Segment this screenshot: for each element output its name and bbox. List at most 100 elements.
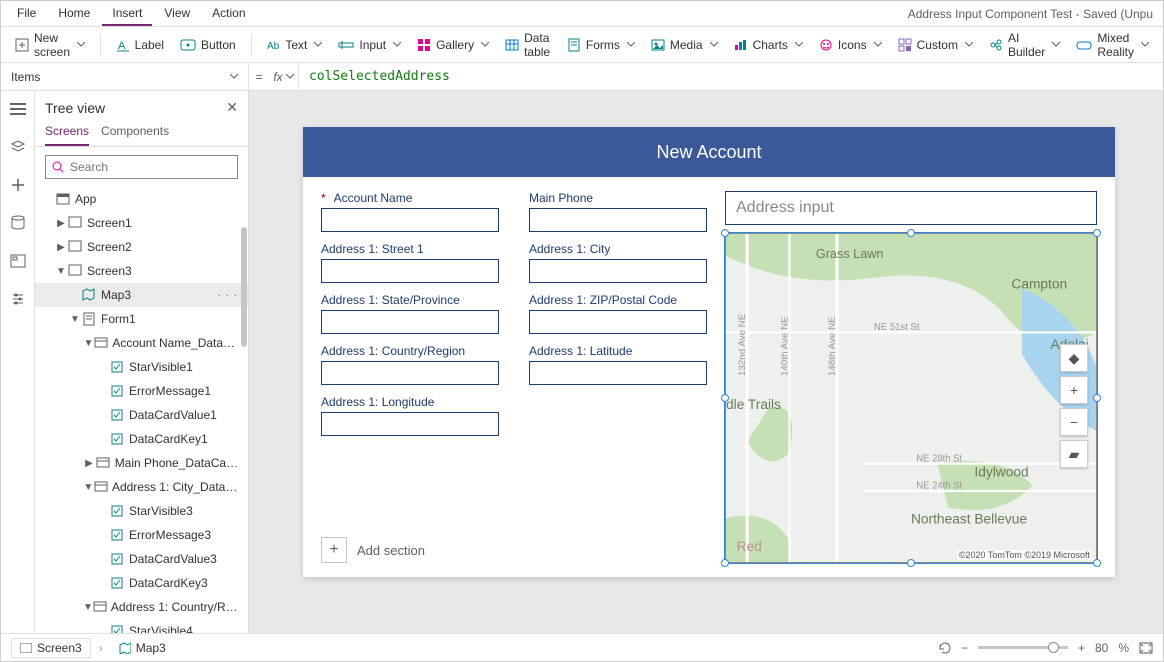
- menu-insert[interactable]: Insert: [102, 2, 152, 26]
- tree-item-icon: [109, 624, 125, 633]
- tree-item-label: StarVisible1: [129, 360, 193, 374]
- tree-app-label: App: [75, 192, 96, 206]
- tree-item-icon: [81, 312, 97, 326]
- tree-item-label: Map3: [101, 288, 131, 302]
- map-pitch-button[interactable]: ▰: [1060, 440, 1088, 468]
- chevron-icon[interactable]: ▼: [83, 338, 94, 349]
- map-control[interactable]: Grass Lawn Campton Adelai dle Trails Idy…: [725, 233, 1097, 563]
- label-button[interactable]: A Label: [110, 34, 170, 56]
- layers-icon[interactable]: [6, 135, 30, 159]
- mixed-reality-button[interactable]: Mixed Reality: [1070, 27, 1155, 63]
- breadcrumb-sep: ›: [99, 641, 103, 655]
- new-screen-label: New screen: [34, 31, 70, 59]
- scrollbar-thumb[interactable]: [241, 227, 247, 347]
- tree-item[interactable]: ▶Screen1: [35, 211, 248, 235]
- map-zoom-out-button[interactable]: −: [1060, 408, 1088, 436]
- formula-input[interactable]: colSelectedAddress: [299, 69, 1163, 84]
- tab-components[interactable]: Components: [101, 120, 169, 146]
- zoom-in-button[interactable]: +: [1078, 641, 1085, 655]
- breadcrumb-map[interactable]: Map3: [111, 639, 174, 657]
- address-input[interactable]: Address input: [725, 191, 1097, 225]
- breadcrumb-screen[interactable]: Screen3: [11, 638, 91, 658]
- menu-action[interactable]: Action: [202, 2, 255, 26]
- menu-file[interactable]: File: [7, 2, 46, 26]
- tree-item-icon: [81, 288, 97, 302]
- menu-view[interactable]: View: [154, 2, 200, 26]
- tab-screens[interactable]: Screens: [45, 120, 89, 146]
- forms-button[interactable]: Forms: [561, 34, 641, 56]
- tree-item[interactable]: ErrorMessage3: [35, 523, 248, 547]
- field-input[interactable]: [529, 208, 707, 232]
- zoom-out-button[interactable]: −: [961, 641, 968, 655]
- field-input[interactable]: [529, 259, 707, 283]
- chevron-icon[interactable]: ▶: [83, 458, 95, 469]
- field-input[interactable]: [321, 361, 499, 385]
- tree-item[interactable]: Map3 · · ·: [35, 283, 248, 307]
- media-button[interactable]: Media: [645, 34, 724, 56]
- tree-item[interactable]: StarVisible1: [35, 355, 248, 379]
- tree-item[interactable]: ▼ Address 1: Country/Region_DataCard: [35, 595, 248, 619]
- tree-item-label: DataCardValue3: [129, 552, 217, 566]
- zoom-slider[interactable]: [978, 646, 1068, 649]
- tree-item[interactable]: ▶Screen2: [35, 235, 248, 259]
- tree-item[interactable]: DataCardKey1: [35, 427, 248, 451]
- field-input[interactable]: [321, 412, 499, 436]
- chevron-icon[interactable]: ▼: [83, 602, 93, 613]
- chevron-icon[interactable]: ▼: [69, 314, 81, 325]
- gallery-button[interactable]: Gallery: [411, 34, 495, 56]
- map-zoom-in-button[interactable]: +: [1060, 376, 1088, 404]
- tree-item[interactable]: ▼Screen3: [35, 259, 248, 283]
- custom-button[interactable]: Custom: [892, 34, 979, 56]
- text-button[interactable]: Ab Text: [260, 34, 328, 56]
- field-input[interactable]: [321, 259, 499, 283]
- tree-item[interactable]: DataCardValue1: [35, 403, 248, 427]
- fit-icon[interactable]: [1139, 642, 1153, 654]
- chevron-icon[interactable]: ▶: [55, 218, 67, 229]
- tree-item[interactable]: DataCardValue3: [35, 547, 248, 571]
- menu-home[interactable]: Home: [48, 2, 100, 26]
- close-icon[interactable]: ✕: [226, 99, 238, 116]
- tree-item[interactable]: StarVisible4: [35, 619, 248, 633]
- input-button[interactable]: Input: [332, 34, 407, 56]
- map-locate-button[interactable]: ◆: [1060, 344, 1088, 372]
- canvas[interactable]: New Account *Account NameAddress 1: Stre…: [249, 91, 1163, 633]
- chevron-icon[interactable]: ▼: [55, 266, 67, 277]
- chevron-down-icon: [314, 42, 322, 47]
- search-input[interactable]: [70, 160, 231, 174]
- tree-item[interactable]: ▼Address 1: City_DataCard1: [35, 475, 248, 499]
- charts-button[interactable]: Charts: [728, 34, 809, 56]
- add-section[interactable]: + Add section: [321, 537, 425, 563]
- chevron-icon[interactable]: ▶: [55, 242, 67, 253]
- tools-icon[interactable]: [6, 287, 30, 311]
- ai-builder-button[interactable]: AI Builder: [983, 27, 1066, 63]
- media-rail-icon[interactable]: [6, 249, 30, 273]
- button-button[interactable]: Button: [174, 34, 242, 56]
- field-input[interactable]: [529, 310, 707, 334]
- tree-item[interactable]: StarVisible3: [35, 499, 248, 523]
- tree-item[interactable]: ▼Form1: [35, 307, 248, 331]
- tree-app[interactable]: App: [35, 187, 248, 211]
- field-label: Address 1: Latitude: [529, 344, 707, 358]
- tree-item[interactable]: ▼Account Name_DataCard1: [35, 331, 248, 355]
- field-input[interactable]: [321, 310, 499, 334]
- breadcrumb-map-label: Map3: [136, 641, 166, 655]
- tree-item[interactable]: ErrorMessage1: [35, 379, 248, 403]
- new-screen-button[interactable]: New screen: [9, 27, 91, 63]
- property-selector[interactable]: Items: [1, 63, 249, 90]
- icons-button[interactable]: Icons: [813, 34, 888, 56]
- tree-view-toggle[interactable]: [6, 97, 30, 121]
- tree-search[interactable]: [45, 155, 238, 179]
- tree-item-label: Address 1: Country/Region_DataCard: [111, 600, 242, 614]
- property-label: Items: [11, 70, 40, 84]
- more-icon[interactable]: · · ·: [217, 290, 242, 301]
- data-table-button[interactable]: Data table: [499, 27, 557, 63]
- field-input[interactable]: [321, 208, 499, 232]
- tree-item-label: DataCardKey3: [129, 576, 208, 590]
- tree-item[interactable]: DataCardKey3: [35, 571, 248, 595]
- tree-item[interactable]: ▶Main Phone_DataCard1: [35, 451, 248, 475]
- undo-icon[interactable]: [937, 641, 951, 655]
- field-input[interactable]: [529, 361, 707, 385]
- add-icon[interactable]: [6, 173, 30, 197]
- data-icon[interactable]: [6, 211, 30, 235]
- chevron-icon[interactable]: ▼: [83, 482, 94, 493]
